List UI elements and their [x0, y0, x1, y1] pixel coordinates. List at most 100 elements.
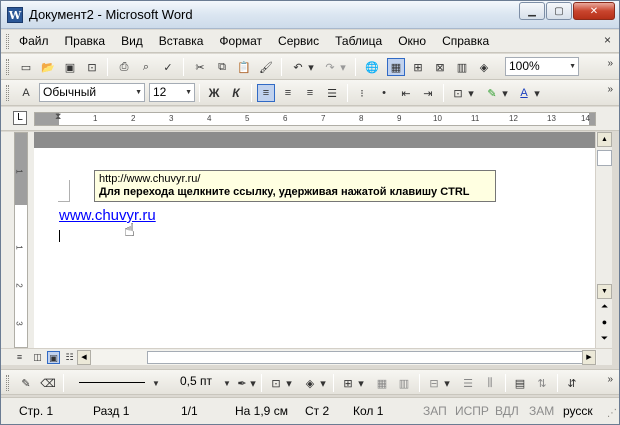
italic-button[interactable]: К: [227, 84, 245, 102]
draw-pencil-icon[interactable]: ✎: [17, 374, 35, 392]
menu-edit[interactable]: Правка: [65, 34, 106, 48]
sort-icon[interactable]: ⇵: [563, 374, 581, 392]
format-painter-icon[interactable]: 🖌: [257, 58, 275, 76]
drawing-icon[interactable]: ◈: [475, 58, 493, 76]
status-page[interactable]: Стр. 1: [19, 404, 53, 418]
menu-grip-handle[interactable]: [6, 34, 9, 49]
document-close-icon[interactable]: ×: [604, 33, 611, 47]
minimize-button[interactable]: ▁: [519, 2, 545, 20]
word-app-icon[interactable]: W: [7, 7, 23, 23]
decrease-indent-icon[interactable]: ⇤: [397, 84, 415, 102]
menu-table[interactable]: Таблица: [335, 34, 382, 48]
style-combo[interactable]: Обычный ▼: [39, 83, 145, 102]
scroll-down-icon[interactable]: ▼: [597, 284, 612, 299]
vertical-scroll-thumb[interactable]: [597, 150, 612, 166]
cut-icon[interactable]: ✂: [191, 58, 209, 76]
line-style-sample[interactable]: [79, 382, 145, 383]
highlight-dropdown-icon[interactable]: ▾: [501, 84, 509, 102]
line-width-dropdown-icon[interactable]: ▼: [223, 374, 231, 392]
shading-icon[interactable]: ◈: [301, 374, 319, 392]
chevron-down-icon[interactable]: ▼: [135, 89, 142, 96]
border-dropdown-icon[interactable]: ▾: [285, 374, 293, 392]
scroll-up-icon[interactable]: ▲: [597, 132, 612, 147]
scroll-right-icon[interactable]: ▶: [582, 350, 596, 365]
font-color-icon[interactable]: A: [515, 84, 533, 102]
bold-button[interactable]: Ж: [205, 84, 223, 102]
align-center-icon[interactable]: ≡: [279, 84, 297, 102]
paste-icon[interactable]: 📋: [235, 58, 253, 76]
toolbar-options-icon[interactable]: »: [607, 374, 613, 385]
horizontal-scroll-thumb[interactable]: [147, 351, 587, 364]
increase-indent-icon[interactable]: ⇥: [419, 84, 437, 102]
cell-alignment-dropdown-icon[interactable]: ▾: [443, 374, 451, 392]
undo-dropdown-icon[interactable]: ▾: [307, 58, 315, 76]
merge-cells-icon[interactable]: ▦: [373, 374, 391, 392]
toolbar-options-icon[interactable]: »: [607, 84, 613, 95]
chevron-down-icon[interactable]: ▼: [569, 63, 576, 70]
undo-icon[interactable]: ↶: [289, 58, 307, 76]
copy-icon[interactable]: ⧉: [213, 58, 231, 76]
scroll-left-icon[interactable]: ◀: [77, 350, 91, 365]
toolbar-grip-handle[interactable]: [6, 85, 9, 101]
status-section[interactable]: Разд 1: [93, 404, 129, 418]
eraser-icon[interactable]: ⌫: [39, 374, 57, 392]
split-cells-icon[interactable]: ▥: [395, 374, 413, 392]
permission-icon[interactable]: ⊡: [83, 58, 101, 76]
open-folder-icon[interactable]: 📂: [39, 58, 57, 76]
select-browse-object-icon[interactable]: ●: [597, 316, 612, 331]
line-width-combo[interactable]: 0,5 пт: [177, 373, 221, 392]
print-preview-icon[interactable]: ⌕: [137, 58, 155, 76]
align-right-icon[interactable]: ≡: [301, 84, 319, 102]
bullets-icon[interactable]: •: [375, 84, 393, 102]
horizontal-ruler[interactable]: ⧗ 1 2 3 4 5 6 7 8 9 10 11 12 13 14: [34, 111, 596, 126]
save-icon[interactable]: ▣: [61, 58, 79, 76]
new-document-icon[interactable]: ▭: [17, 58, 35, 76]
tab-selector[interactable]: L: [13, 111, 27, 125]
text-direction-icon[interactable]: ⇅: [533, 374, 551, 392]
styles-pane-icon[interactable]: A: [17, 84, 35, 102]
hyperlink[interactable]: www.chuvyr.ru: [59, 207, 156, 224]
menu-format[interactable]: Формат: [219, 34, 262, 48]
font-size-combo[interactable]: 12 ▼: [149, 83, 195, 102]
status-record[interactable]: ЗАП: [423, 404, 447, 418]
resize-grip-icon[interactable]: ⋰: [607, 408, 617, 419]
justify-icon[interactable]: ☰: [323, 84, 341, 102]
maximize-button[interactable]: ▢: [546, 2, 572, 20]
shading-dropdown-icon[interactable]: ▾: [319, 374, 327, 392]
status-overtype[interactable]: ЗАМ: [529, 404, 554, 418]
previous-page-icon[interactable]: ⏶: [597, 300, 612, 315]
menu-window[interactable]: Окно: [398, 34, 426, 48]
document-page[interactable]: www.chuvyr.ru ☝ http://www.chuvyr.ru/ Дл…: [34, 132, 595, 348]
border-icon[interactable]: ⊡: [267, 374, 285, 392]
menu-help[interactable]: Справка: [442, 34, 489, 48]
menu-insert[interactable]: Вставка: [159, 34, 204, 48]
status-line[interactable]: Ст 2: [305, 404, 329, 418]
line-style-dropdown-icon[interactable]: ▼: [151, 374, 161, 392]
horizontal-scrollbar[interactable]: ◀ ▶: [77, 350, 597, 365]
font-color-dropdown-icon[interactable]: ▾: [533, 84, 541, 102]
close-button[interactable]: ✕: [573, 2, 615, 20]
insert-table-icon[interactable]: ⊞: [409, 58, 427, 76]
menu-file[interactable]: Файл: [19, 34, 49, 48]
vertical-ruler[interactable]: 1 1 2 3: [14, 132, 28, 348]
web-view-icon[interactable]: ◫: [31, 351, 44, 364]
insert-table-dropdown-icon[interactable]: ▾: [357, 374, 365, 392]
distribute-rows-icon[interactable]: ☰: [459, 374, 477, 392]
spelling-icon[interactable]: ✓: [159, 58, 177, 76]
align-left-icon[interactable]: ≡: [257, 84, 275, 102]
columns-icon[interactable]: ▥: [453, 58, 471, 76]
status-position[interactable]: На 1,9 см: [235, 404, 288, 418]
outline-view-icon[interactable]: ☷: [63, 351, 76, 364]
table-autoformat-icon[interactable]: ▤: [511, 374, 529, 392]
next-page-icon[interactable]: ⏷: [597, 332, 612, 347]
normal-view-icon[interactable]: ≡: [13, 351, 26, 364]
print-icon[interactable]: ⎙: [115, 58, 133, 76]
status-pages[interactable]: 1/1: [181, 404, 198, 418]
tables-borders-icon[interactable]: ▦: [387, 58, 405, 76]
status-extend[interactable]: ВДЛ: [495, 404, 519, 418]
indent-marker-icon[interactable]: ⧗: [55, 111, 61, 122]
insert-excel-icon[interactable]: ⊠: [431, 58, 449, 76]
menu-tools[interactable]: Сервис: [278, 34, 319, 48]
redo-dropdown-icon[interactable]: ▾: [339, 58, 347, 76]
distribute-columns-icon[interactable]: ⫼: [481, 374, 499, 392]
